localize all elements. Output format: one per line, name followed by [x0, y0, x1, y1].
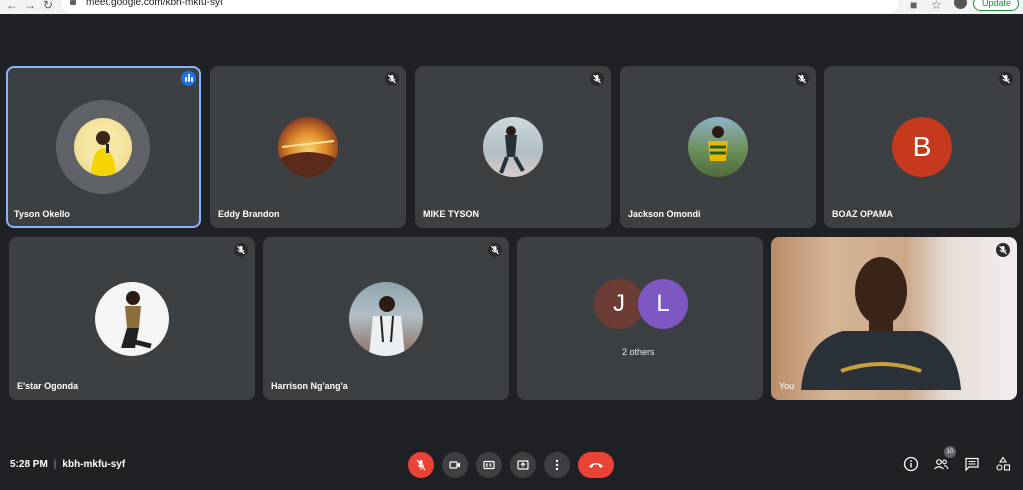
meeting-details: 5:28 PM | kbh-mkfu-syf — [10, 459, 125, 470]
clock-time: 5:28 PM — [10, 459, 48, 470]
profile-avatar[interactable] — [954, 0, 967, 9]
forward-icon[interactable]: → — [24, 0, 36, 12]
activities-icon — [996, 456, 1011, 471]
mic-off-icon — [999, 72, 1013, 86]
initial-avatar: L — [638, 279, 688, 329]
participant-tile-mike-tyson[interactable]: MIKE TYSON — [415, 66, 611, 228]
present-icon — [517, 460, 529, 470]
participant-name: Tyson Okello — [14, 209, 70, 219]
participant-tile-estar-ogonda[interactable]: E'star Ogonda — [9, 237, 255, 400]
participant-tile-harrison-nganga[interactable]: Harrison Ng'ang'a — [263, 237, 509, 400]
meeting-code: kbh-mkfu-syf — [62, 459, 126, 470]
initial-avatar: J — [594, 279, 644, 329]
participant-name: Jackson Omondi — [628, 209, 701, 219]
speaking-indicator-icon — [181, 71, 196, 86]
mic-off-icon — [996, 243, 1010, 257]
avatar — [483, 117, 543, 177]
reload-icon[interactable]: ↻ — [43, 0, 53, 12]
captions-button[interactable] — [476, 452, 502, 478]
activities-button[interactable] — [994, 455, 1012, 473]
chat-button[interactable] — [963, 455, 981, 473]
mic-off-icon — [795, 72, 809, 86]
camera-toggle-button[interactable] — [442, 452, 468, 478]
more-icon — [555, 459, 559, 471]
mic-off-icon — [385, 72, 399, 86]
meeting-info-button[interactable] — [902, 455, 920, 473]
mic-off-icon — [590, 72, 604, 86]
initial-avatar: B — [892, 117, 952, 177]
mic-off-icon — [416, 459, 426, 471]
participant-tile-jackson-omondi[interactable]: Jackson Omondi — [620, 66, 816, 228]
self-name: You — [779, 381, 795, 391]
avatar — [278, 117, 338, 177]
people-icon — [934, 459, 949, 470]
avatar — [95, 282, 169, 356]
info-icon — [903, 456, 919, 472]
mic-toggle-button[interactable] — [408, 452, 434, 478]
avatar — [349, 282, 423, 356]
mic-off-icon — [488, 243, 502, 257]
chat-icon — [965, 457, 979, 472]
participant-name: BOAZ OPAMA — [832, 209, 893, 219]
avatar — [74, 118, 132, 176]
bookmark-star-icon[interactable]: ☆ — [931, 0, 942, 12]
divider: | — [53, 459, 57, 470]
present-now-button[interactable] — [510, 452, 536, 478]
camera-icon — [449, 461, 460, 469]
participant-name: MIKE TYSON — [423, 209, 480, 219]
end-call-icon — [589, 463, 603, 468]
back-icon[interactable]: ← — [6, 0, 18, 12]
avatar — [688, 117, 748, 177]
participant-name: Harrison Ng'ang'a — [271, 381, 348, 391]
url-text[interactable]: meet.google.com/kbh-mkfu-syf — [86, 0, 223, 9]
people-count-badge: 10 — [944, 446, 956, 458]
participant-tile-tyson-okello[interactable]: Tyson Okello — [6, 66, 201, 228]
self-view-tile[interactable]: You — [771, 237, 1017, 400]
camera-indicator-icon[interactable]: ■ — [910, 0, 917, 12]
self-video — [771, 237, 1017, 400]
others-tile[interactable]: J L 2 others — [517, 237, 763, 400]
update-button[interactable]: Update — [973, 0, 1019, 11]
more-options-button[interactable] — [544, 452, 570, 478]
lock-icon — [70, 0, 76, 5]
browser-toolbar: ← → ↻ meet.google.com/kbh-mkfu-syf ■ ☆ U… — [0, 0, 1023, 14]
leave-call-button[interactable] — [578, 452, 614, 478]
captions-icon — [483, 460, 495, 470]
participant-name: Eddy Brandon — [218, 209, 280, 219]
participant-tile-boaz-opama[interactable]: B BOAZ OPAMA — [824, 66, 1020, 228]
mic-off-icon — [234, 243, 248, 257]
others-count-label: 2 others — [622, 347, 655, 357]
participant-name: E'star Ogonda — [17, 381, 79, 391]
participant-tile-eddy-brandon[interactable]: Eddy Brandon — [210, 66, 406, 228]
